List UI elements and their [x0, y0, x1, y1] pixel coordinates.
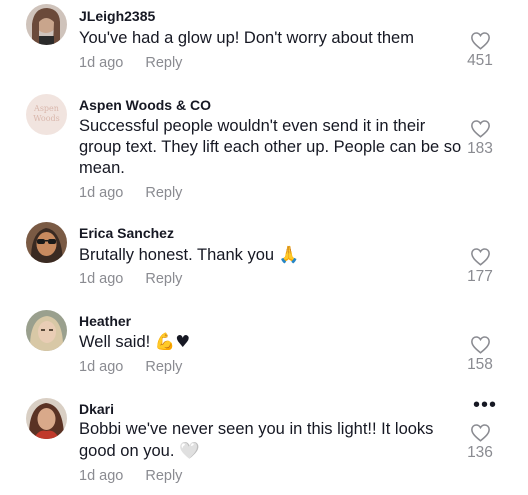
- timestamp: 1d ago: [79, 271, 124, 287]
- emoji: 🤍: [179, 441, 200, 460]
- comment-meta: 1d ago Reply: [79, 55, 182, 71]
- like-button[interactable]: 177: [460, 247, 500, 286]
- heart-icon: [470, 424, 490, 442]
- comment-text-body: Bobbi we've never seen you in this light…: [79, 420, 434, 460]
- timestamp: 1d ago: [79, 359, 124, 375]
- comment-text: Well said! 💪♥: [79, 331, 464, 353]
- heart-icon: [470, 248, 490, 266]
- reply-button[interactable]: Reply: [145, 359, 182, 375]
- like-count: 451: [467, 52, 493, 69]
- avatar[interactable]: [26, 4, 67, 45]
- username[interactable]: JLeigh2385: [79, 8, 155, 24]
- comment-text: Brutally honest. Thank you 🙏: [79, 244, 464, 266]
- avatar-logo-text: Aspen: [33, 104, 59, 113]
- like-count: 177: [467, 268, 493, 285]
- emoji: 💪♥: [154, 332, 191, 351]
- comment-meta: 1d ago Reply: [79, 185, 182, 201]
- emoji: 🙏: [278, 245, 300, 264]
- comment-text-body: Well said!: [79, 333, 151, 351]
- like-count: 183: [467, 140, 493, 157]
- comment-text-body: Brutally honest. Thank you: [79, 246, 275, 264]
- comment-text: You've had a glow up! Don't worry about …: [79, 29, 414, 47]
- like-button[interactable]: 136: [460, 423, 500, 462]
- svg-text:Woods: Woods: [33, 114, 60, 123]
- avatar[interactable]: [26, 310, 67, 351]
- reply-button[interactable]: Reply: [145, 468, 182, 484]
- comment-meta: 1d ago Reply: [79, 359, 182, 375]
- reply-button[interactable]: Reply: [145, 55, 182, 71]
- username[interactable]: Erica Sanchez: [79, 225, 174, 241]
- like-button[interactable]: 158: [460, 335, 500, 374]
- username[interactable]: Aspen Woods & CO: [79, 97, 211, 113]
- timestamp: 1d ago: [79, 55, 124, 71]
- username[interactable]: Dkari: [79, 401, 114, 417]
- like-count: 136: [467, 444, 493, 461]
- comment-meta: 1d ago Reply: [79, 271, 182, 287]
- heart-icon: [470, 120, 490, 138]
- more-options-button[interactable]: •••: [473, 395, 497, 415]
- heart-icon: [470, 32, 490, 50]
- avatar[interactable]: [26, 222, 67, 263]
- avatar[interactable]: [26, 398, 67, 439]
- reply-button[interactable]: Reply: [145, 185, 182, 201]
- reply-button[interactable]: Reply: [145, 271, 182, 287]
- comment-text: Successful people wouldn't even send it …: [79, 117, 462, 177]
- timestamp: 1d ago: [79, 185, 124, 201]
- username[interactable]: Heather: [79, 313, 131, 329]
- avatar[interactable]: Aspen Woods: [26, 94, 67, 135]
- comment-meta: 1d ago Reply: [79, 468, 182, 484]
- heart-icon: [470, 336, 490, 354]
- like-button[interactable]: 451: [460, 31, 500, 70]
- like-button[interactable]: 183: [460, 119, 500, 158]
- like-count: 158: [467, 356, 493, 373]
- timestamp: 1d ago: [79, 468, 124, 484]
- comment-text: Bobbi we've never seen you in this light…: [79, 419, 464, 462]
